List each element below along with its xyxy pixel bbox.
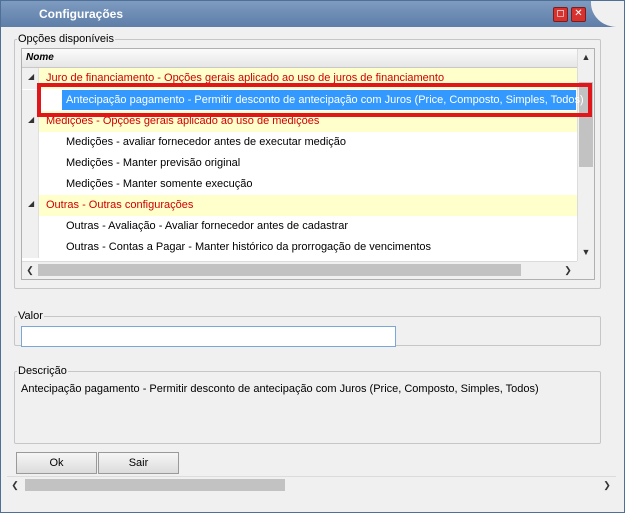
horizontal-scroll-thumb[interactable] xyxy=(38,264,521,276)
configuracoes-window: Configurações ◻ ✕ Opções disponíveis Nom… xyxy=(0,0,625,513)
descricao-legend: Descrição xyxy=(18,365,67,377)
vertical-scrollbar[interactable]: ▲ ▼ xyxy=(577,49,594,261)
column-header-nome[interactable]: Nome xyxy=(26,52,54,63)
scroll-right-arrow-icon[interactable]: ❯ xyxy=(599,477,615,493)
valor-legend: Valor xyxy=(18,310,43,322)
scroll-right-arrow-icon[interactable]: ❯ xyxy=(560,262,576,278)
collapse-triangle-icon[interactable]: ◢ xyxy=(28,72,34,81)
collapse-triangle-icon[interactable]: ◢ xyxy=(28,199,34,208)
scroll-left-arrow-icon[interactable]: ❮ xyxy=(7,477,23,493)
descricao-group: Descrição xyxy=(14,365,601,444)
scroll-up-arrow-icon[interactable]: ▲ xyxy=(578,49,594,65)
window-title: Configurações xyxy=(39,7,124,21)
sair-button[interactable]: Sair xyxy=(98,452,179,474)
scrollbar-corner xyxy=(577,261,594,279)
title-bar-curve xyxy=(591,1,624,27)
window-scroll-thumb[interactable] xyxy=(25,479,285,491)
horizontal-scrollbar[interactable]: ❮ ❯ xyxy=(22,261,577,279)
option-label: Medições - avaliar fornecedor antes de e… xyxy=(66,136,347,148)
descricao-text: Antecipação pagamento - Permitir descont… xyxy=(21,383,539,395)
option-row-medicoes-execucao[interactable]: Medições - Manter somente execução xyxy=(22,174,577,195)
option-label: Medições - Manter somente execução xyxy=(66,178,253,190)
scroll-down-arrow-icon[interactable]: ▼ xyxy=(578,244,594,260)
collapse-triangle-icon[interactable]: ◢ xyxy=(28,115,34,124)
opcoes-legend: Opções disponíveis xyxy=(18,33,114,45)
option-row-medicoes-previsao[interactable]: Medições - Manter previsão original xyxy=(22,153,577,174)
close-button[interactable]: ✕ xyxy=(571,7,586,22)
option-row-outras-contas[interactable]: Outras - Contas a Pagar - Manter históri… xyxy=(22,237,577,258)
valor-input[interactable] xyxy=(21,326,396,347)
option-label: Outras - Avaliação - Avaliar fornecedor … xyxy=(66,220,349,232)
title-bar[interactable]: Configurações ◻ ✕ xyxy=(1,1,624,27)
ok-button[interactable]: Ok xyxy=(16,452,97,474)
option-row-medicoes-avaliar[interactable]: Medições - avaliar fornecedor antes de e… xyxy=(22,132,577,153)
option-label: Medições - Manter previsão original xyxy=(66,157,241,169)
group-row-outras[interactable]: ◢ Outras - Outras configurações xyxy=(22,195,577,216)
group-label: Outras - Outras configurações xyxy=(46,199,194,211)
scroll-left-arrow-icon[interactable]: ❮ xyxy=(22,262,38,278)
option-row-outras-avaliacao[interactable]: Outras - Avaliação - Avaliar fornecedor … xyxy=(22,216,577,237)
option-label: Antecipação pagamento - Permitir descont… xyxy=(66,94,584,106)
option-label: Outras - Contas a Pagar - Manter históri… xyxy=(66,241,432,253)
grid-header: Nome xyxy=(22,49,577,68)
window-horizontal-scrollbar[interactable]: ❮ ❯ xyxy=(7,476,616,493)
restore-button[interactable]: ◻ xyxy=(553,7,568,22)
